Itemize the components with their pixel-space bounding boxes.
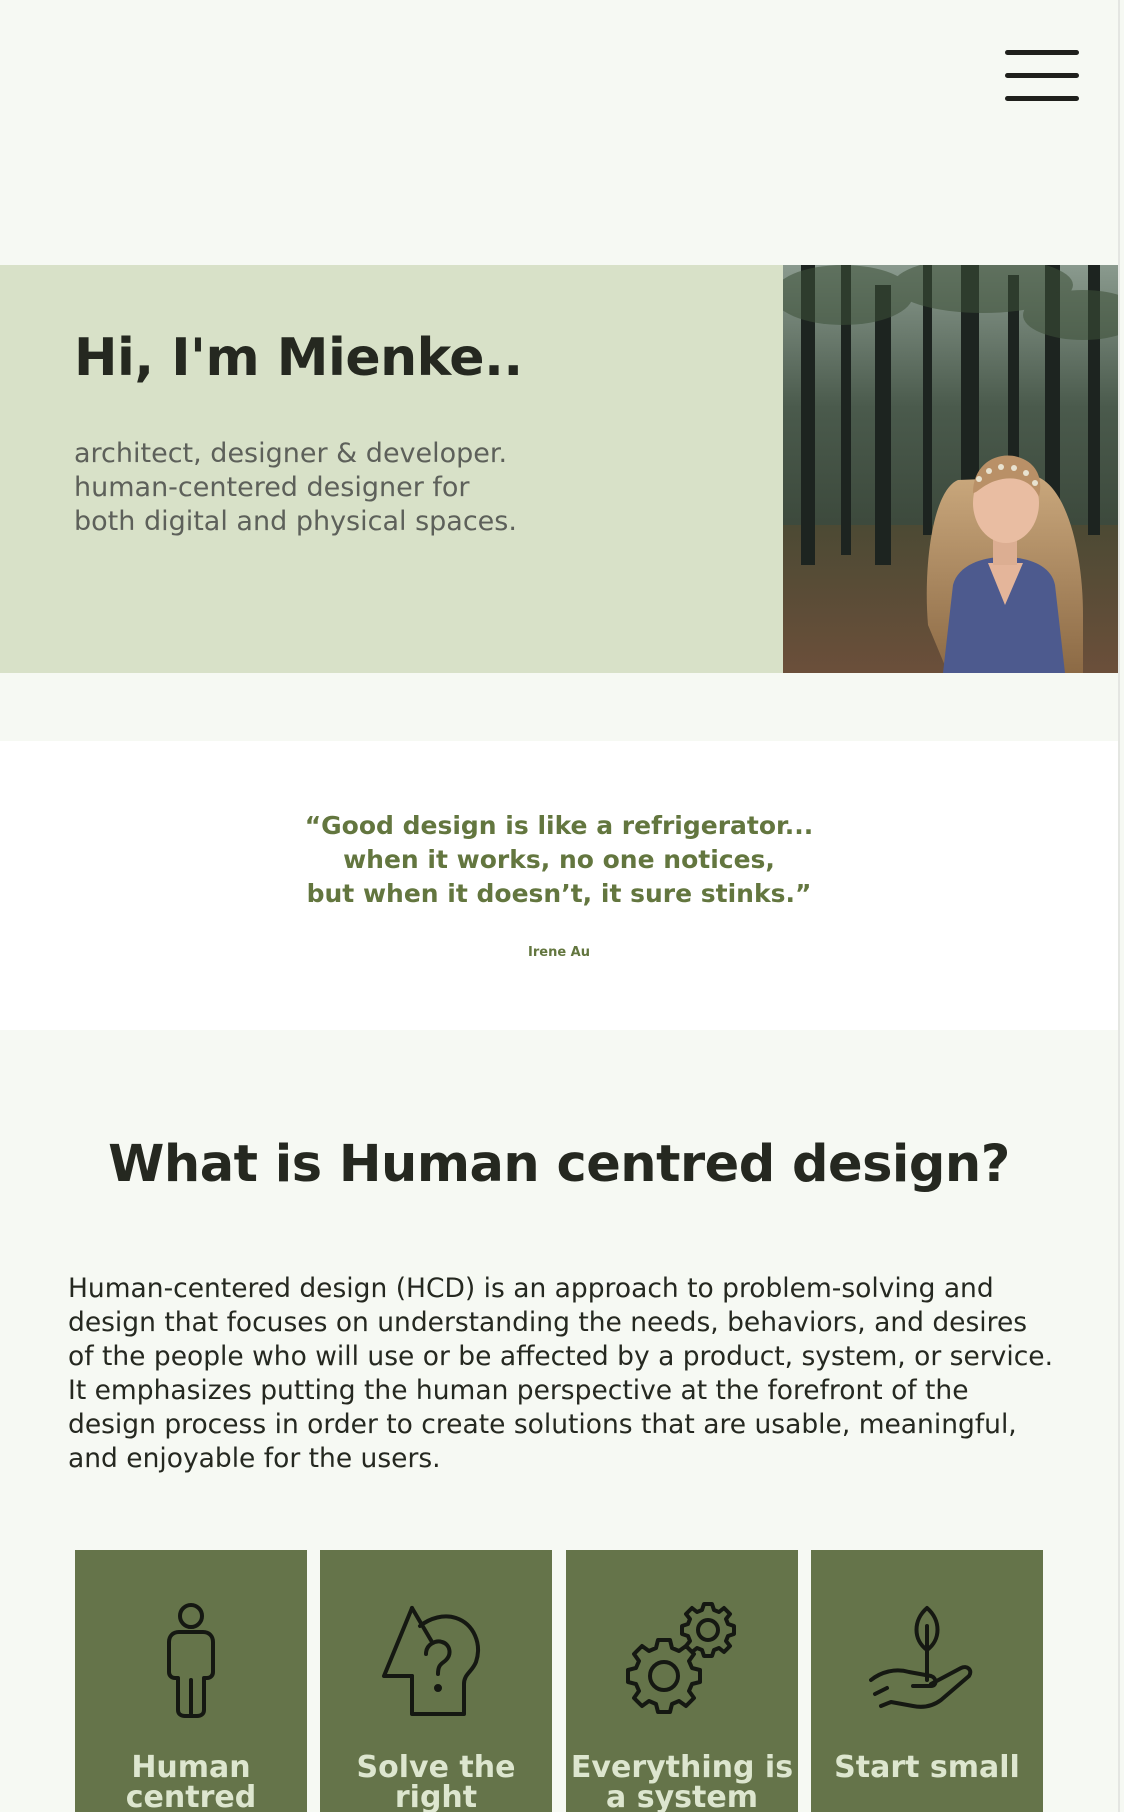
body-line: Human-centered design (HCD) is an approa… xyxy=(68,1273,994,1304)
hero-title: Hi, I'm Mienke.. xyxy=(74,328,523,388)
hero-section: Hi, I'm Mienke.. architect, designer & d… xyxy=(0,265,1118,673)
hero-subtitle-line: architect, designer & developer. xyxy=(74,438,508,469)
card-everything-is-a-system[interactable]: Everything is a system xyxy=(566,1550,798,1812)
person-icon xyxy=(167,1603,215,1718)
card-start-small[interactable]: Start small xyxy=(811,1550,1043,1812)
portrait-photo-illustration xyxy=(783,265,1118,673)
body-line: of the people who will use or be affecte… xyxy=(68,1341,1054,1372)
card-human-centred[interactable]: Human centred xyxy=(75,1550,307,1812)
top-bar xyxy=(0,0,1118,265)
card-label: Solve the right xyxy=(356,1750,516,1812)
card-label: Start small xyxy=(834,1750,1020,1785)
quote-line: but when it doesn’t, it sure stinks.” xyxy=(306,879,812,908)
hand-sprout-icon xyxy=(869,1606,973,1709)
page: Hi, I'm Mienke.. architect, designer & d… xyxy=(0,0,1120,1812)
gears-icon xyxy=(626,1602,736,1714)
body-line: It emphasizes putting the human perspect… xyxy=(68,1375,969,1406)
quote-text: “Good design is like a refrigerator... w… xyxy=(0,809,1118,911)
principle-cards: Human centred Solve the right Everything… xyxy=(75,1550,1045,1812)
body-line: design process in order to create soluti… xyxy=(68,1409,1017,1440)
section-title: What is Human centred design? xyxy=(108,1135,1010,1194)
quote-author: Irene Au xyxy=(528,945,590,960)
card-label: Human centred xyxy=(125,1750,257,1812)
card-label: Everything is a system xyxy=(570,1750,794,1812)
card-solve-the-right[interactable]: Solve the right xyxy=(320,1550,552,1812)
hero-subtitle-line: human-centered designer for xyxy=(74,472,470,503)
quote-line: “Good design is like a refrigerator... xyxy=(304,811,814,840)
section-body: Human-centered design (HCD) is an approa… xyxy=(68,1272,1068,1476)
question-head-icon xyxy=(382,1606,480,1716)
hero-subtitle-line: both digital and physical spaces. xyxy=(74,506,517,537)
quote-section: “Good design is like a refrigerator... w… xyxy=(0,741,1118,1030)
portrait-photo xyxy=(783,265,1118,673)
quote-line: when it works, no one notices, xyxy=(343,845,775,874)
body-line: design that focuses on understanding the… xyxy=(68,1307,1028,1338)
body-line: and enjoyable for the users. xyxy=(68,1443,441,1474)
hamburger-menu-icon[interactable] xyxy=(1005,50,1079,102)
hero-subtitle: architect, designer & developer. human-c… xyxy=(74,437,594,539)
